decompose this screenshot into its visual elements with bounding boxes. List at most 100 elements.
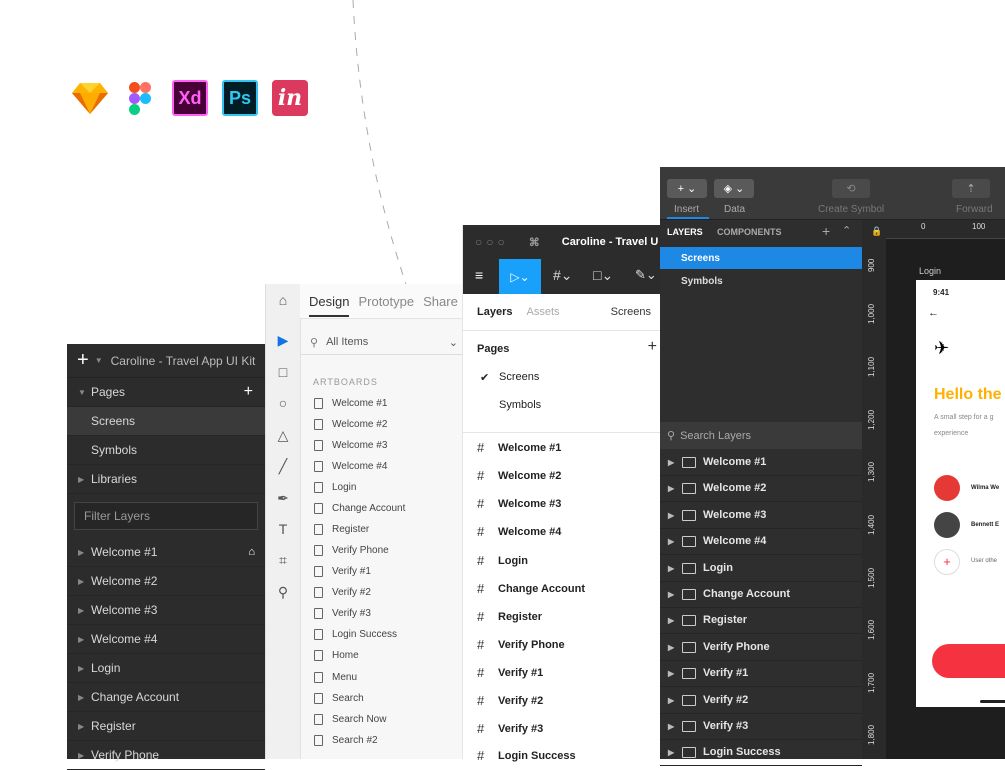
home-icon[interactable]: ⌂	[275, 292, 291, 308]
artboard-item[interactable]: Login	[314, 482, 356, 493]
layer-item[interactable]: ▶ Welcome #3	[67, 596, 265, 625]
layer-item[interactable]: ▶ Register	[660, 607, 862, 634]
user-name[interactable]: Wilma We	[971, 485, 999, 491]
data-button[interactable]: ◈ ⌄	[714, 179, 754, 198]
artboard-item[interactable]: Verify #3	[314, 608, 371, 619]
frame-item[interactable]: # Welcome #3	[477, 496, 561, 511]
polygon-tool-icon[interactable]: △	[275, 427, 291, 443]
artboard-item[interactable]: Home	[314, 650, 359, 661]
frame-item[interactable]: # Verify #1	[477, 665, 543, 680]
figma-logo-icon[interactable]: ⌘	[529, 236, 540, 249]
artboard-item[interactable]: Register	[314, 524, 369, 535]
rectangle-tool-icon[interactable]: □	[275, 364, 291, 380]
layer-item[interactable]: ▶ Verify #2	[660, 687, 862, 714]
frame-item[interactable]: # Verify #3	[477, 721, 543, 736]
create-symbol-button[interactable]: ⟲	[832, 179, 870, 198]
frame-item[interactable]: # Welcome #4	[477, 524, 561, 539]
page-item[interactable]: Symbols	[499, 399, 541, 411]
layer-item[interactable]: ▶ Welcome #2	[67, 567, 265, 596]
layer-item[interactable]: ▶ Verify #3	[660, 713, 862, 740]
artboard-item[interactable]: Change Account	[314, 503, 405, 514]
artboard-item[interactable]: Welcome #3	[314, 440, 387, 451]
artboard-item[interactable]: Verify Phone	[314, 545, 389, 556]
collapse-icon[interactable]: ⌃	[842, 224, 851, 237]
layer-item[interactable]: ▶ Welcome #1 ⌂	[67, 538, 265, 567]
pen-tool-icon[interactable]: ✎⌄	[635, 267, 657, 283]
page-item[interactable]: Screens	[660, 247, 862, 269]
layer-item[interactable]: ▶ Welcome #4	[67, 625, 265, 654]
shape-tool-icon[interactable]: □⌄	[593, 267, 613, 284]
select-tool-icon[interactable]: ▶	[275, 332, 291, 348]
frame-item[interactable]: # Change Account	[477, 581, 585, 596]
frame-item[interactable]: # Welcome #1	[477, 440, 561, 455]
tab-design[interactable]: Design	[309, 294, 350, 317]
line-tool-icon[interactable]: ╱	[275, 458, 291, 474]
all-items-search[interactable]: ⚲ All Items ⌄	[300, 330, 464, 355]
layer-item[interactable]: ▶ Verify Phone	[660, 634, 862, 661]
frame-item[interactable]: # Login Success	[477, 748, 576, 763]
back-arrow-icon[interactable]: ←	[928, 307, 939, 319]
layer-item[interactable]: ▶ Login Success	[660, 739, 862, 766]
layer-item[interactable]: ▶ Login	[67, 654, 265, 683]
artboard-item[interactable]: Login Success	[314, 629, 397, 640]
layer-item[interactable]: ▶ Verify #1	[660, 660, 862, 687]
forward-button[interactable]: ⇡	[952, 179, 990, 198]
login-artboard[interactable]: 9:41 ← ✈ Hello the A small step for a g …	[916, 280, 1005, 707]
frame-item[interactable]: # Verify #2	[477, 693, 543, 708]
tab-share[interactable]: Share	[423, 294, 458, 309]
window-controls-icon[interactable]: ○○○	[475, 235, 509, 249]
tab-layers[interactable]: Layers	[477, 306, 512, 318]
artboard-tool-icon[interactable]: ⌗	[275, 552, 291, 568]
ellipse-tool-icon[interactable]: ○	[275, 395, 291, 411]
layer-item[interactable]: ▶ Welcome #1	[660, 449, 862, 476]
tab-prototype[interactable]: Prototype	[358, 294, 414, 309]
add-user-icon[interactable]: +	[934, 549, 960, 575]
layer-item[interactable]: ▶ Welcome #4	[660, 528, 862, 555]
artboard-label[interactable]: Login	[919, 266, 941, 276]
frame-tool-icon[interactable]: #⌄	[553, 267, 573, 284]
chevron-down-icon[interactable]: ▼	[95, 356, 103, 365]
layer-item[interactable]: ▶ Login	[660, 555, 862, 582]
artboard-item[interactable]: Verify #1	[314, 566, 371, 577]
frame-item[interactable]: # Verify Phone	[477, 637, 565, 652]
text-tool-icon[interactable]: T	[275, 521, 291, 537]
user-name[interactable]: Bennett E	[971, 522, 999, 528]
pages-header[interactable]: ▼ Pages +	[67, 378, 265, 407]
tab-assets[interactable]: Assets	[526, 306, 559, 318]
page-item[interactable]: Symbols	[67, 436, 265, 465]
artboard-item[interactable]: Verify #2	[314, 587, 371, 598]
menu-icon[interactable]: ≡	[475, 267, 483, 283]
add-icon[interactable]: +	[822, 223, 830, 239]
frame-item[interactable]: # Login	[477, 553, 528, 568]
layer-item[interactable]: ▶ Change Account	[660, 581, 862, 608]
layer-item[interactable]: ▶ Welcome #2	[660, 475, 862, 502]
artboard-item[interactable]: Welcome #1	[314, 398, 387, 409]
page-item[interactable]: Screens	[67, 407, 265, 436]
artboard-item[interactable]: Welcome #4	[314, 461, 387, 472]
zoom-tool-icon[interactable]: ⚲	[275, 584, 291, 600]
frame-item[interactable]: # Register	[477, 609, 542, 624]
page-item[interactable]: Screens	[499, 371, 539, 383]
tab-components[interactable]: COMPONENTS	[717, 227, 782, 237]
primary-button[interactable]	[932, 644, 1005, 678]
artboard-item[interactable]: Search Now	[314, 714, 386, 725]
insert-button[interactable]: + ⌄	[667, 179, 707, 198]
add-icon[interactable]: +	[77, 349, 89, 372]
filter-layers-input[interactable]: Filter Layers	[74, 502, 258, 530]
page-item[interactable]: Symbols	[681, 276, 723, 287]
layer-item[interactable]: ▶ Verify Phone	[67, 741, 265, 770]
artboard-item[interactable]: Search	[314, 693, 364, 704]
pen-tool-icon[interactable]: ✒	[275, 490, 291, 506]
frame-item[interactable]: # Welcome #2	[477, 468, 561, 483]
add-page-icon[interactable]: +	[648, 338, 657, 356]
layer-item[interactable]: ▶ Welcome #3	[660, 502, 862, 529]
tab-layers[interactable]: LAYERS	[667, 227, 703, 237]
artboard-item[interactable]: Menu	[314, 672, 357, 683]
chevron-down-icon[interactable]: ⌄	[449, 336, 458, 349]
add-page-icon[interactable]: +	[244, 383, 253, 401]
artboard-item[interactable]: Welcome #2	[314, 419, 387, 430]
page-selector[interactable]: Screens	[611, 306, 651, 318]
search-layers-input[interactable]: ⚲ Search Layers	[660, 422, 862, 449]
layer-item[interactable]: ▶ Register	[67, 712, 265, 741]
layer-item[interactable]: ▶ Change Account	[67, 683, 265, 712]
